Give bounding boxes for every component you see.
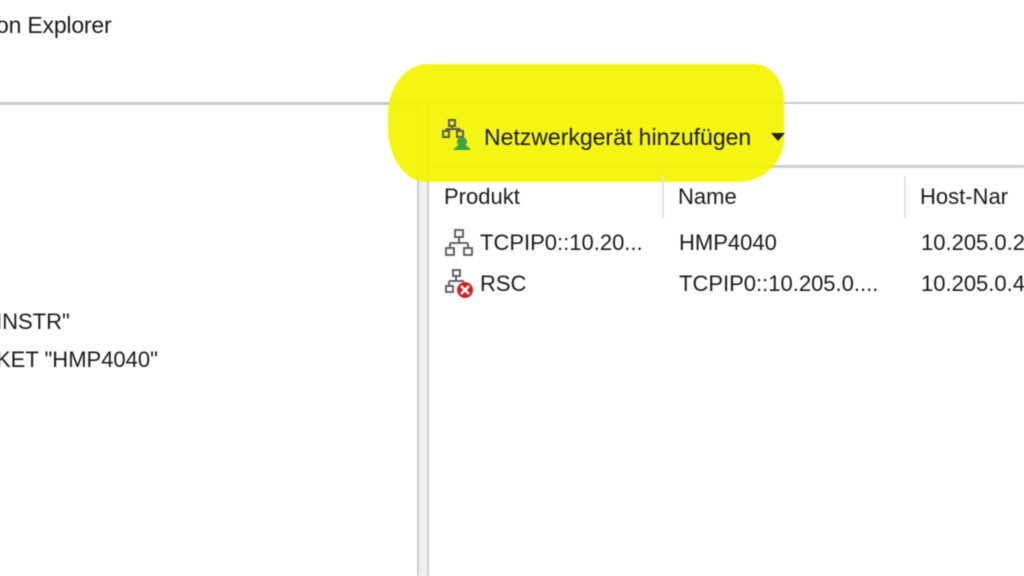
column-header-name[interactable]: Name: [666, 176, 906, 218]
network-device-icon: [444, 228, 474, 263]
column-header-host[interactable]: Host-Nar: [908, 176, 1024, 218]
cell-name: TCPIP0::10.205.0....: [679, 271, 879, 296]
tree-item-socket[interactable]: KET "HMP4040": [0, 347, 158, 373]
network-device-error-icon: [444, 268, 476, 305]
column-header-produkt[interactable]: Produkt: [432, 176, 664, 218]
add-network-device-icon: [440, 117, 474, 157]
tree-item-instr[interactable]: INSTR": [0, 309, 70, 335]
add-network-device-button[interactable]: Netzwerkgerät hinzufügen: [440, 116, 786, 158]
cell-produkt: RSC: [480, 271, 527, 296]
cell-name: HMP4040: [679, 230, 777, 255]
window-title: on Explorer: [0, 12, 112, 38]
cell-produkt: TCPIP0::10.20...: [480, 230, 643, 255]
cell-host: 10.205.0.2: [921, 230, 1024, 255]
chevron-down-icon[interactable]: [771, 133, 786, 141]
add-network-device-label: Netzwerkgerät hinzufügen: [484, 123, 752, 150]
cell-host: 10.205.0.4: [921, 271, 1024, 296]
